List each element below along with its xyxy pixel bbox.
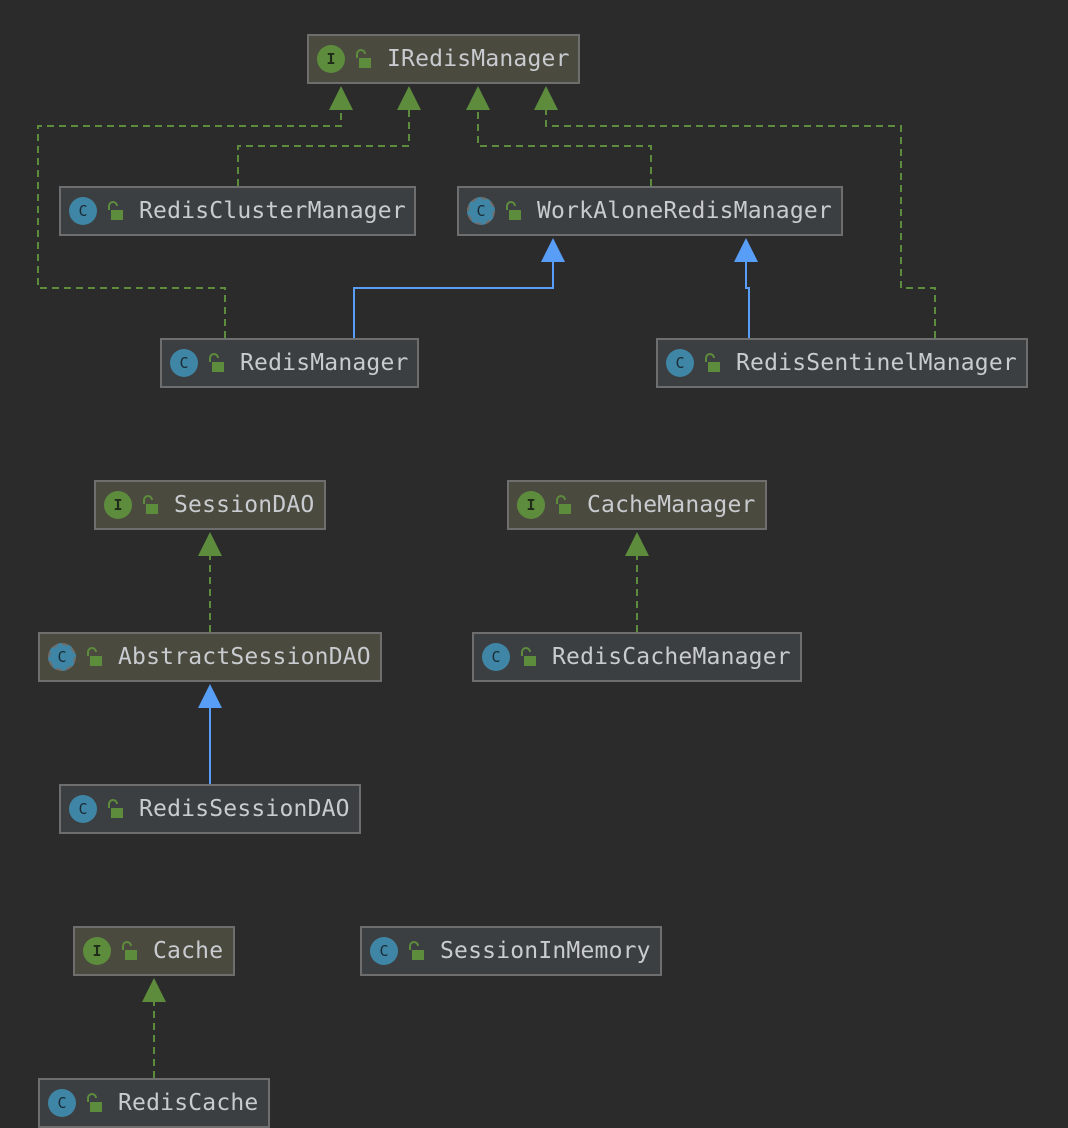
arrowhead-icon [198, 532, 222, 556]
edge-redissentinelmanager-extends-workaloneredismanager [745, 260, 750, 338]
node-redisclustermanager[interactable]: C RedisClusterManager [59, 186, 416, 236]
arrowhead-icon [734, 238, 758, 262]
node-label: RedisManager [240, 350, 409, 376]
node-label: SessionDAO [174, 492, 315, 518]
lock-icon [122, 941, 137, 960]
node-label: IRedisManager [387, 46, 570, 72]
arrowhead-icon [198, 684, 222, 708]
node-label: AbstractSessionDAO [118, 644, 371, 670]
lock-icon [87, 1093, 102, 1112]
arrowhead-icon [625, 532, 649, 556]
node-label: RedisCache [118, 1090, 259, 1116]
node-cachemanager[interactable]: I CacheManager [507, 480, 767, 530]
arrowhead-icon [142, 978, 166, 1002]
node-iredismanager[interactable]: I IRedisManager [307, 34, 580, 84]
arrowhead-icon [397, 86, 421, 110]
lock-icon [143, 495, 158, 514]
lock-icon [705, 353, 720, 372]
class-icon: C [48, 1089, 76, 1117]
node-label: RedisCacheManager [552, 644, 791, 670]
lock-icon [521, 647, 536, 666]
node-rediscache[interactable]: C RedisCache [38, 1078, 270, 1128]
arrowhead-icon [534, 86, 558, 110]
node-rediscachemanager[interactable]: C RedisCacheManager [472, 632, 802, 682]
lock-icon [87, 647, 102, 666]
abstract-class-icon: C [467, 197, 495, 225]
arrowhead-icon [541, 238, 565, 262]
edge-workaloneredismanager-implements-iredismanager [477, 108, 652, 186]
node-label: RedisSessionDAO [139, 796, 350, 822]
node-sessiondao[interactable]: I SessionDAO [94, 480, 326, 530]
edge-redisclustermanager-implements-iredismanager [237, 108, 410, 186]
node-label: RedisSentinelManager [736, 350, 1017, 376]
lock-icon [108, 201, 123, 220]
edge-redismanager-extends-workaloneredismanager [353, 260, 554, 338]
lock-icon [556, 495, 571, 514]
lock-icon [506, 201, 521, 220]
node-redissessiondao[interactable]: C RedisSessionDAO [59, 784, 361, 834]
arrowhead-icon [329, 86, 353, 110]
node-sessioninmemory[interactable]: C SessionInMemory [360, 926, 662, 976]
lock-icon [409, 941, 424, 960]
arrowhead-icon [466, 86, 490, 110]
interface-icon: I [83, 937, 111, 965]
class-icon: C [69, 795, 97, 823]
interface-icon: I [317, 45, 345, 73]
lock-icon [209, 353, 224, 372]
node-label: RedisClusterManager [139, 198, 406, 224]
node-workaloneredismanager[interactable]: C WorkAloneRedisManager [457, 186, 843, 236]
lock-icon [108, 799, 123, 818]
lock-icon [356, 49, 371, 68]
node-redissentinelmanager[interactable]: C RedisSentinelManager [656, 338, 1028, 388]
node-label: SessionInMemory [440, 938, 651, 964]
node-label: Cache [153, 938, 224, 964]
class-icon: C [69, 197, 97, 225]
class-icon: C [170, 349, 198, 377]
class-icon: C [666, 349, 694, 377]
class-icon: C [370, 937, 398, 965]
node-label: CacheManager [587, 492, 756, 518]
class-icon: C [482, 643, 510, 671]
node-redismanager[interactable]: C RedisManager [160, 338, 419, 388]
interface-icon: I [104, 491, 132, 519]
interface-icon: I [517, 491, 545, 519]
node-abstractsessiondao[interactable]: C AbstractSessionDAO [38, 632, 382, 682]
node-cache[interactable]: I Cache [73, 926, 235, 976]
node-label: WorkAloneRedisManager [537, 198, 832, 224]
abstract-class-icon: C [48, 643, 76, 671]
